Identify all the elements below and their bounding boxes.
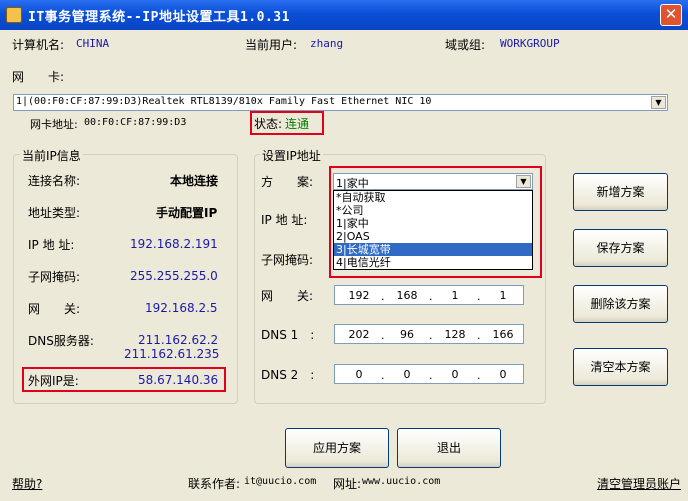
mac-value: 00:F0:CF:87:99:D3 xyxy=(84,117,187,128)
cur-ip-value: 192.168.2.191 xyxy=(130,237,218,251)
plan-label: 方 案: xyxy=(261,175,314,189)
help-link[interactable]: 帮助? xyxy=(12,475,42,492)
clear-plan-button[interactable]: 清空本方案 xyxy=(573,348,668,386)
gateway-octet-4[interactable]: 1 xyxy=(485,289,521,302)
author-email: it@uucio.com xyxy=(244,476,317,487)
gateway-octet-3[interactable]: 1 xyxy=(437,289,473,302)
save-plan-button[interactable]: 保存方案 xyxy=(573,229,668,267)
computer-name-label: 计算机名: xyxy=(12,38,65,52)
conn-name-value: 本地连接 xyxy=(170,174,219,188)
dns2-octet-3[interactable]: 0 xyxy=(437,368,473,381)
app-icon xyxy=(6,7,22,23)
dns1-octet-3[interactable]: 128 xyxy=(437,328,473,341)
dns2-label: DNS 2 : xyxy=(261,368,315,382)
dns1-octet-4[interactable]: 166 xyxy=(485,328,521,341)
computer-name-value: CHINA xyxy=(76,37,110,50)
window-title: IT事务管理系统--IP地址设置工具1.0.31 xyxy=(28,10,290,25)
clear-admin-link[interactable]: 清空管理员账户 xyxy=(597,475,681,492)
plan-option[interactable]: 4|电信光纤 xyxy=(334,256,532,269)
current-ip-group-title: 当前IP信息 xyxy=(20,147,83,164)
cur-gateway-label: 网 关: xyxy=(28,302,81,316)
plan-dropdown-list[interactable]: *自动获取 *公司 1|家中 2|OAS 3|长城宽带 4|电信光纤 xyxy=(333,190,533,270)
apply-plan-button[interactable]: 应用方案 xyxy=(285,428,389,468)
nic-label: 网 卡: xyxy=(12,70,65,84)
mac-label: 网卡地址: xyxy=(30,118,78,131)
cur-gateway-value: 192.168.2.5 xyxy=(145,301,218,315)
addr-type-label: 地址类型: xyxy=(28,206,81,220)
dns1-ip-input[interactable]: 202 . 96 . 128 . 166 xyxy=(334,324,524,344)
dns1-octet-1[interactable]: 202 xyxy=(341,328,377,341)
dns2-octet-1[interactable]: 0 xyxy=(341,368,377,381)
addr-type-value: 手动配置IP xyxy=(156,206,218,220)
plan-option[interactable]: *公司 xyxy=(334,204,532,217)
nic-select[interactable]: 1|(00:F0:CF:87:99:D3)Realtek RTL8139/810… xyxy=(13,94,668,111)
conn-name-label: 连接名称: xyxy=(28,174,81,188)
cur-ip-label: IP 地 址: xyxy=(28,238,75,252)
title-bar[interactable]: IT事务管理系统--IP地址设置工具1.0.31 ✕ xyxy=(0,0,688,30)
new-ip-label: IP 地 址: xyxy=(261,213,308,227)
nic-select-value: 1|(00:F0:CF:87:99:D3)Realtek RTL8139/810… xyxy=(16,96,432,107)
add-plan-button[interactable]: 新增方案 xyxy=(573,173,668,211)
cur-mask-label: 子网掩码: xyxy=(28,270,81,284)
plan-option[interactable]: *自动获取 xyxy=(334,191,532,204)
dns1-octet-2[interactable]: 96 xyxy=(389,328,425,341)
cur-dns-value-1: 211.162.62.2 xyxy=(138,333,219,347)
cur-dns-value-2: 211.162.61.235 xyxy=(124,347,220,361)
plan-option[interactable]: 1|家中 xyxy=(334,217,532,230)
new-mask-label: 子网掩码: xyxy=(261,253,314,267)
cur-mask-value: 255.255.255.0 xyxy=(130,269,218,283)
gateway-ip-input[interactable]: 192 . 168 . 1 . 1 xyxy=(334,285,524,305)
cur-dns-label: DNS服务器: xyxy=(28,334,94,348)
gateway-octet-2[interactable]: 168 xyxy=(389,289,425,302)
status-label: 状态: xyxy=(254,117,283,131)
plan-select-value: 1|家中 xyxy=(336,177,369,190)
domain-value: WORKGROUP xyxy=(500,37,560,50)
set-ip-group-title: 设置IP地址 xyxy=(260,147,323,164)
site-label: 网址: xyxy=(333,477,362,491)
plan-option[interactable]: 3|长城宽带 xyxy=(334,243,532,256)
dns2-ip-input[interactable]: 0 . 0 . 0 . 0 xyxy=(334,364,524,384)
site-url: www.uucio.com xyxy=(362,476,441,487)
plan-dropdown-arrow-icon[interactable]: ▼ xyxy=(516,175,531,188)
dropdown-arrow-icon[interactable]: ▼ xyxy=(651,96,666,109)
current-user-value: zhang xyxy=(310,37,344,50)
current-user-label: 当前用户: xyxy=(245,38,298,52)
plan-select[interactable]: 1|家中 ▼ xyxy=(333,173,533,190)
domain-label: 域或组: xyxy=(445,38,486,52)
dns2-octet-2[interactable]: 0 xyxy=(389,368,425,381)
close-button[interactable]: ✕ xyxy=(660,4,682,26)
author-label: 联系作者: xyxy=(188,477,241,491)
plan-option[interactable]: 2|OAS xyxy=(334,230,532,243)
dns2-octet-4[interactable]: 0 xyxy=(485,368,521,381)
gateway-octet-1[interactable]: 192 xyxy=(341,289,377,302)
delete-plan-button[interactable]: 删除该方案 xyxy=(573,285,668,323)
wan-ip-label: 外网IP是: xyxy=(28,374,79,388)
wan-ip-value: 58.67.140.36 xyxy=(138,373,219,387)
dns1-label: DNS 1 : xyxy=(261,328,315,342)
new-gateway-label: 网 关: xyxy=(261,289,314,303)
status-value: 连通 xyxy=(285,117,310,131)
exit-button[interactable]: 退出 xyxy=(397,428,501,468)
